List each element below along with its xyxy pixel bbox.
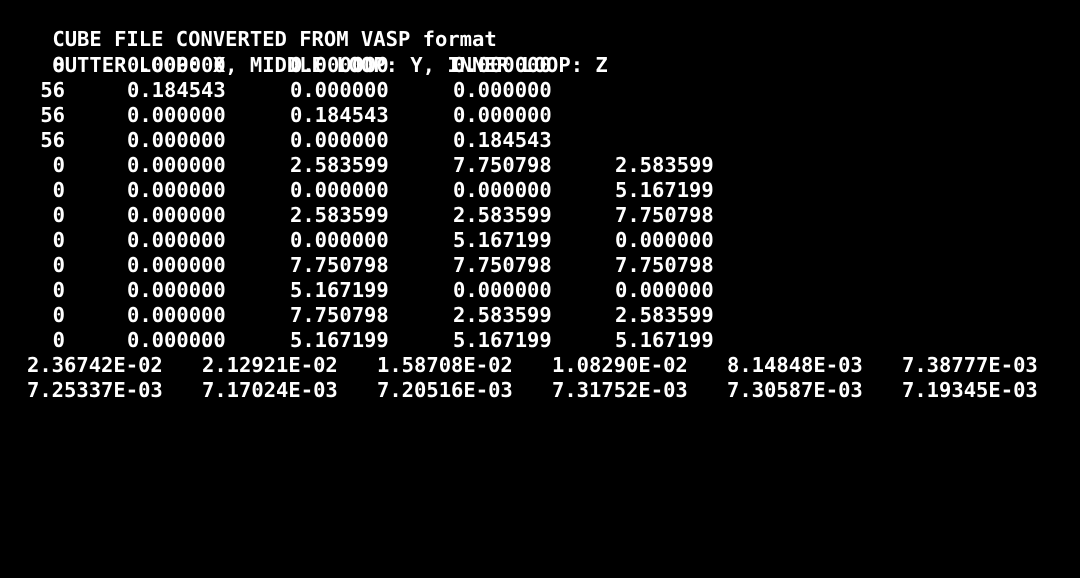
- atom-y: 0.000000: [453, 278, 552, 302]
- atom-charge: 0.000000: [127, 328, 226, 352]
- atom-charge: 0.000000: [127, 228, 226, 252]
- atom-number: 0: [52, 278, 65, 302]
- atom-number: 0: [52, 153, 65, 177]
- terminal-output: CUBE FILE CONVERTED FROM VASP format OUT…: [0, 0, 1080, 405]
- volumetric-value: 2.12921E-02: [202, 353, 338, 377]
- volumetric-value: 7.38777E-03: [902, 353, 1038, 377]
- origin-z: 0.000000: [453, 53, 552, 77]
- cube-title-line: CUBE FILE CONVERTED FROM VASP format: [3, 2, 496, 51]
- atom-number: 0: [52, 178, 65, 202]
- axis-y: 0.000000: [290, 78, 389, 102]
- axis-z: 0.000000: [453, 78, 552, 102]
- atom-y: 2.583599: [453, 203, 552, 227]
- axis-count: 56: [40, 128, 65, 152]
- atom-row: 0 0.000000 7.750798 2.583599 2.583599: [3, 303, 714, 328]
- atom-row: 0 0.000000 2.583599 2.583599 7.750798: [3, 203, 714, 228]
- volumetric-value: 7.31752E-03: [552, 378, 688, 402]
- atom-x: 7.750798: [290, 303, 389, 327]
- atom-y: 2.583599: [453, 303, 552, 327]
- atom-z: 2.583599: [615, 303, 714, 327]
- atom-charge: 0.000000: [127, 303, 226, 327]
- atom-row: 0 0.000000 5.167199 0.000000 0.000000: [3, 278, 714, 303]
- atom-y: 7.750798: [453, 153, 552, 177]
- atom-row: 0 0.000000 7.750798 7.750798 7.750798: [3, 253, 714, 278]
- atom-number: 0: [52, 328, 65, 352]
- axis-y: 0.000000: [290, 128, 389, 152]
- volumetric-value: 7.30587E-03: [727, 378, 863, 402]
- origin-y: 0.000000: [290, 53, 389, 77]
- atom-z: 5.167199: [615, 178, 714, 202]
- atom-x: 2.583599: [290, 153, 389, 177]
- atom-charge: 0.000000: [127, 278, 226, 302]
- origin-x: 0.000000: [127, 53, 226, 77]
- atom-charge: 0.000000: [127, 178, 226, 202]
- atom-y: 0.000000: [453, 178, 552, 202]
- atom-charge: 0.000000: [127, 253, 226, 277]
- volumetric-value: 7.20516E-03: [377, 378, 513, 402]
- axis-z: 0.184543: [453, 128, 552, 152]
- atom-z: 7.750798: [615, 253, 714, 277]
- atom-z: 0.000000: [615, 228, 714, 252]
- axis-x: 0.184543: [127, 78, 226, 102]
- atom-row: 0 0.000000 0.000000 0.000000 5.167199: [3, 178, 714, 203]
- axis-row: 56 0.184543 0.000000 0.000000: [3, 78, 551, 103]
- atom-row: 0 0.000000 2.583599 7.750798 2.583599: [3, 153, 714, 178]
- volumetric-value: 7.17024E-03: [202, 378, 338, 402]
- volumetric-value: 1.58708E-02: [377, 353, 513, 377]
- volumetric-value: 7.19345E-03: [902, 378, 1038, 402]
- atom-x: 5.167199: [290, 278, 389, 302]
- atom-z: 5.167199: [615, 328, 714, 352]
- axis-x: 0.000000: [127, 103, 226, 127]
- origin-count: 8: [52, 53, 65, 77]
- volumetric-value: 8.14848E-03: [727, 353, 863, 377]
- atom-number: 0: [52, 303, 65, 327]
- loop-order-line: OUTTER LOOP: X, MIDDLE LOOP: Y, INNER LO…: [3, 28, 607, 77]
- volumetric-value: 1.08290E-02: [552, 353, 688, 377]
- atom-charge: 0.000000: [127, 153, 226, 177]
- axis-count: 56: [40, 103, 65, 127]
- atom-y: 7.750798: [453, 253, 552, 277]
- volumetric-value: 7.25337E-03: [27, 378, 163, 402]
- atom-number: 0: [52, 228, 65, 252]
- atom-number: 0: [52, 253, 65, 277]
- atom-y: 5.167199: [453, 328, 552, 352]
- axis-row: 56 0.000000 0.000000 0.184543: [3, 128, 551, 153]
- atom-y: 5.167199: [453, 228, 552, 252]
- atom-charge: 0.000000: [127, 203, 226, 227]
- axis-y: 0.184543: [290, 103, 389, 127]
- atom-row: 0 0.000000 0.000000 5.167199 0.000000: [3, 228, 714, 253]
- axis-x: 0.000000: [127, 128, 226, 152]
- atom-number: 0: [52, 203, 65, 227]
- atom-x: 2.583599: [290, 203, 389, 227]
- atom-z: 0.000000: [615, 278, 714, 302]
- atom-x: 5.167199: [290, 328, 389, 352]
- atom-x: 7.750798: [290, 253, 389, 277]
- atom-row: 0 0.000000 5.167199 5.167199 5.167199: [3, 328, 714, 353]
- axis-row: 56 0.000000 0.184543 0.000000: [3, 103, 551, 128]
- volumetric-row: 7.25337E-03 7.17024E-03 7.20516E-03 7.31…: [3, 378, 1038, 403]
- atom-x: 0.000000: [290, 228, 389, 252]
- volumetric-row: 2.36742E-02 2.12921E-02 1.58708E-02 1.08…: [3, 353, 1038, 378]
- axis-z: 0.000000: [453, 103, 552, 127]
- atom-x: 0.000000: [290, 178, 389, 202]
- volumetric-value: 2.36742E-02: [27, 353, 163, 377]
- origin-row: 8 0.000000 0.000000 0.000000: [3, 53, 552, 78]
- axis-count: 56: [40, 78, 65, 102]
- atom-z: 7.750798: [615, 203, 714, 227]
- atom-z: 2.583599: [615, 153, 714, 177]
